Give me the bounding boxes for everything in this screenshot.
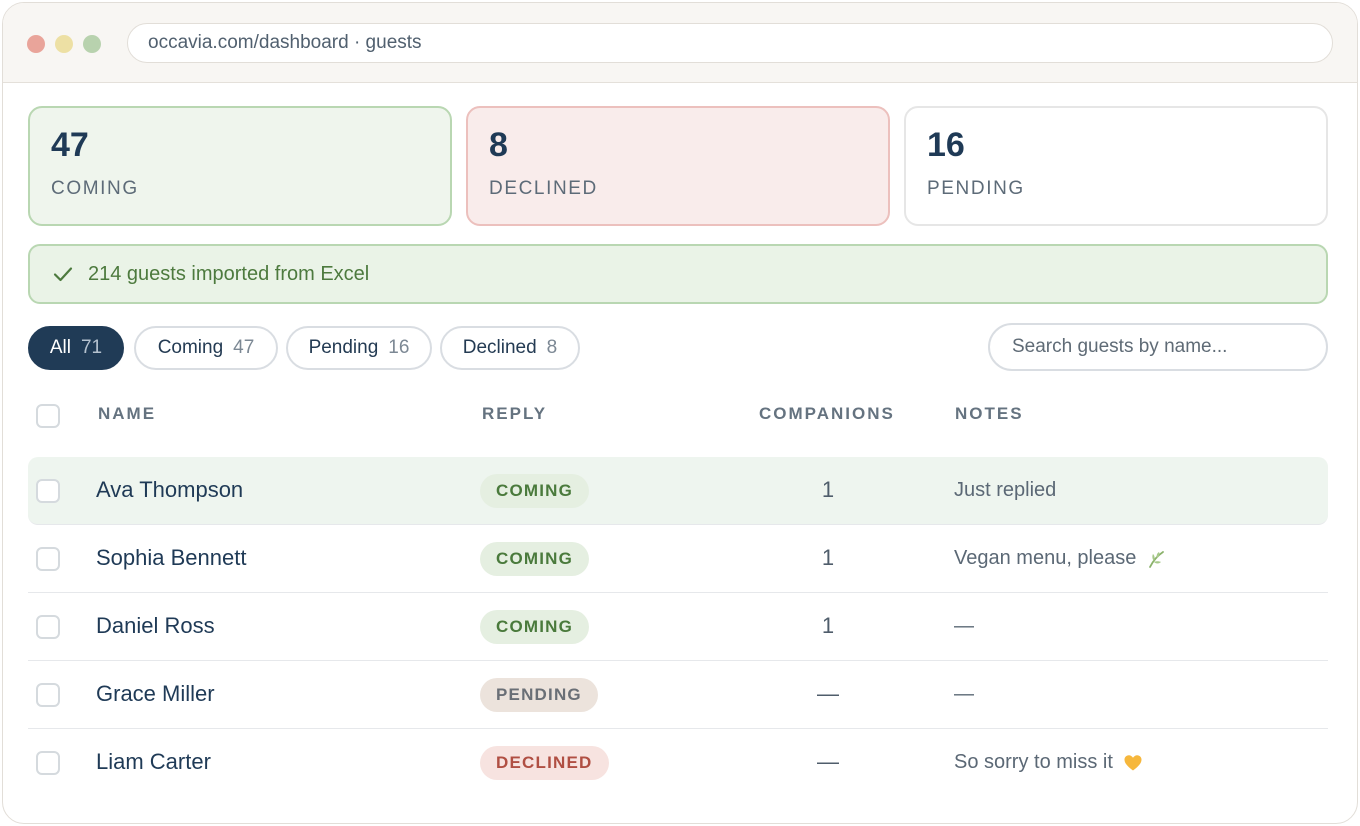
guest-note: — [954, 683, 974, 706]
companions-count: 1 [821, 613, 835, 638]
table-row[interactable]: Daniel Ross COMING 1 — [28, 593, 1328, 661]
filter-label: Pending [308, 337, 379, 358]
table-row[interactable]: Sophia Bennett COMING 1 Vegan menu, plea… [28, 525, 1328, 593]
search-input[interactable] [988, 323, 1328, 371]
maximize-window-button[interactable] [83, 35, 101, 53]
table-header: NAME REPLY COMPANIONS NOTES [28, 388, 1328, 440]
reply-badge: DECLINED [480, 746, 609, 780]
heart-icon [1124, 754, 1142, 770]
select-all-checkbox[interactable] [36, 404, 60, 428]
guest-name: Daniel Ross [96, 613, 215, 638]
check-icon [53, 267, 73, 282]
stat-card-pending[interactable]: 16 PENDING [904, 106, 1328, 226]
column-header-notes[interactable]: NOTES [955, 404, 1024, 424]
stat-card-coming[interactable]: 47 COMING [28, 106, 452, 226]
stat-label: DECLINED [489, 178, 598, 199]
row-checkbox[interactable] [36, 547, 60, 571]
guest-name: Sophia Bennett [96, 545, 247, 570]
guest-note: So sorry to miss it [954, 751, 1143, 774]
table-row[interactable]: Grace Miller PENDING — — [28, 661, 1328, 729]
stat-value: 8 [489, 126, 508, 164]
filter-count: 16 [388, 337, 410, 358]
filter-coming[interactable]: Coming 47 [134, 326, 278, 370]
stat-label: PENDING [927, 178, 1025, 199]
browser-titlebar: occavia.com/dashboard · guests [3, 3, 1357, 83]
filter-count: 47 [233, 337, 255, 358]
address-bar[interactable]: occavia.com/dashboard · guests [127, 23, 1333, 63]
row-checkbox[interactable] [36, 683, 60, 707]
reply-badge: COMING [480, 542, 590, 576]
filter-all[interactable]: All 71 [28, 326, 124, 370]
note-text: Just replied [954, 479, 1057, 501]
row-checkbox[interactable] [36, 751, 60, 775]
guest-name: Ava Thompson [96, 477, 244, 502]
column-header-name[interactable]: NAME [98, 404, 156, 424]
column-header-companions[interactable]: COMPANIONS [759, 404, 895, 424]
filter-label: All [49, 337, 71, 358]
stat-value: 47 [51, 126, 89, 164]
minimize-window-button[interactable] [55, 35, 73, 53]
reply-badge: COMING [480, 610, 590, 644]
filter-pending[interactable]: Pending 16 [286, 326, 432, 370]
filter-label: Coming [157, 337, 224, 358]
filter-count: 8 [546, 337, 558, 358]
companions-count: 1 [821, 545, 835, 570]
stats-row: 47 COMING 8 DECLINED 16 PENDING [28, 106, 1328, 226]
guest-note: Vegan menu, please [954, 547, 1166, 570]
guest-name: Liam Carter [96, 749, 211, 774]
banner-text: 214 guests imported from Excel [88, 262, 370, 285]
close-window-button[interactable] [27, 35, 45, 53]
guest-table: NAME REPLY COMPANIONS NOTES Ava Thompson… [28, 388, 1328, 780]
reply-badge: COMING [480, 474, 590, 508]
note-text: Vegan menu, please [954, 547, 1137, 569]
guest-note: — [954, 615, 974, 638]
row-checkbox[interactable] [36, 615, 60, 639]
table-row[interactable]: Liam Carter DECLINED — So sorry to miss … [28, 729, 1328, 797]
reply-badge: PENDING [480, 678, 598, 712]
filter-label: Declined [462, 337, 537, 358]
note-text: — [954, 683, 974, 705]
companions-count: — [817, 681, 839, 706]
filter-declined[interactable]: Declined 8 [440, 326, 580, 370]
note-text: — [954, 615, 974, 637]
stat-label: COMING [51, 178, 139, 199]
table-row[interactable]: Ava Thompson COMING 1 Just replied [28, 457, 1328, 525]
companions-count: — [817, 749, 839, 774]
import-success-banner: 214 guests imported from Excel [28, 244, 1328, 304]
guest-note: Just replied [954, 479, 1056, 502]
column-header-reply[interactable]: REPLY [482, 404, 547, 424]
guest-name: Grace Miller [96, 681, 215, 706]
leaf-icon [1149, 550, 1165, 568]
filter-count: 71 [80, 337, 103, 358]
row-checkbox[interactable] [36, 479, 60, 503]
stat-card-declined[interactable]: 8 DECLINED [466, 106, 890, 226]
stat-value: 16 [927, 126, 965, 164]
note-text: So sorry to miss it [954, 751, 1113, 773]
companions-count: 1 [821, 477, 835, 502]
